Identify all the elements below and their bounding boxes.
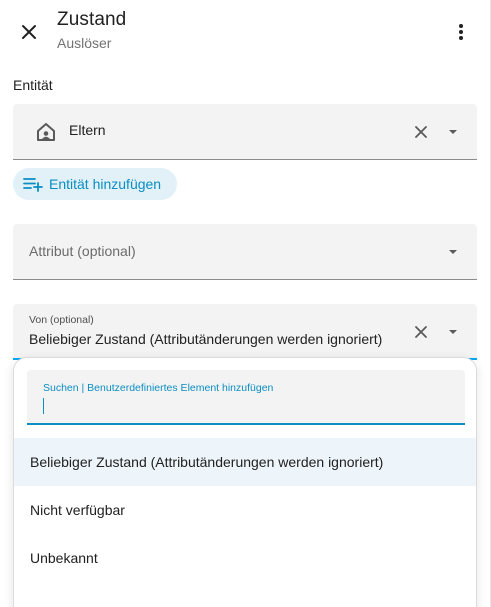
playlist-add-icon — [23, 178, 43, 192]
search-input[interactable]: Suchen | Benutzerdefiniertes Element hin… — [27, 370, 465, 425]
dropdown-popup: Suchen | Benutzerdefiniertes Element hin… — [13, 357, 477, 607]
option-unknown[interactable]: Unbekannt — [14, 534, 476, 582]
entity-value: Eltern — [69, 122, 106, 138]
entity-picker[interactable]: Eltern — [13, 104, 477, 160]
dialog-title: Zustand — [57, 9, 127, 30]
more-options-button[interactable] — [448, 17, 474, 47]
dialog-header: Zustand Auslöser — [0, 0, 491, 64]
add-entity-label: Entität hinzufügen — [49, 176, 162, 192]
chevron-down-icon[interactable] — [444, 123, 462, 141]
attribute-select[interactable]: Attribut (optional) — [13, 224, 477, 280]
search-input-label: Suchen | Benutzerdefiniertes Element hin… — [43, 382, 274, 394]
close-icon — [22, 25, 36, 39]
attribute-placeholder: Attribut (optional) — [29, 243, 136, 259]
dialog-subtitle: Auslöser — [57, 35, 112, 51]
home-account-icon — [37, 123, 55, 141]
option-unavailable[interactable]: Nicht verfügbar — [14, 486, 476, 534]
from-state-combobox[interactable]: Von (optional) Beliebiger Zustand (Attri… — [13, 304, 477, 360]
close-button[interactable] — [14, 17, 44, 47]
entity-section-label: Entität — [13, 77, 53, 93]
clear-icon[interactable] — [412, 323, 430, 341]
text-caret — [43, 398, 44, 414]
more-vertical-icon — [459, 24, 463, 40]
option-any-state[interactable]: Beliebiger Zustand (Attributänderungen w… — [14, 438, 476, 486]
from-state-label: Von (optional) — [29, 314, 94, 326]
clear-icon[interactable] — [412, 123, 430, 141]
chevron-down-icon[interactable] — [444, 243, 462, 261]
from-state-value: Beliebiger Zustand (Attributänderungen w… — [29, 331, 383, 347]
chevron-down-icon[interactable] — [444, 323, 462, 341]
add-entity-button[interactable]: Entität hinzufügen — [13, 168, 177, 200]
